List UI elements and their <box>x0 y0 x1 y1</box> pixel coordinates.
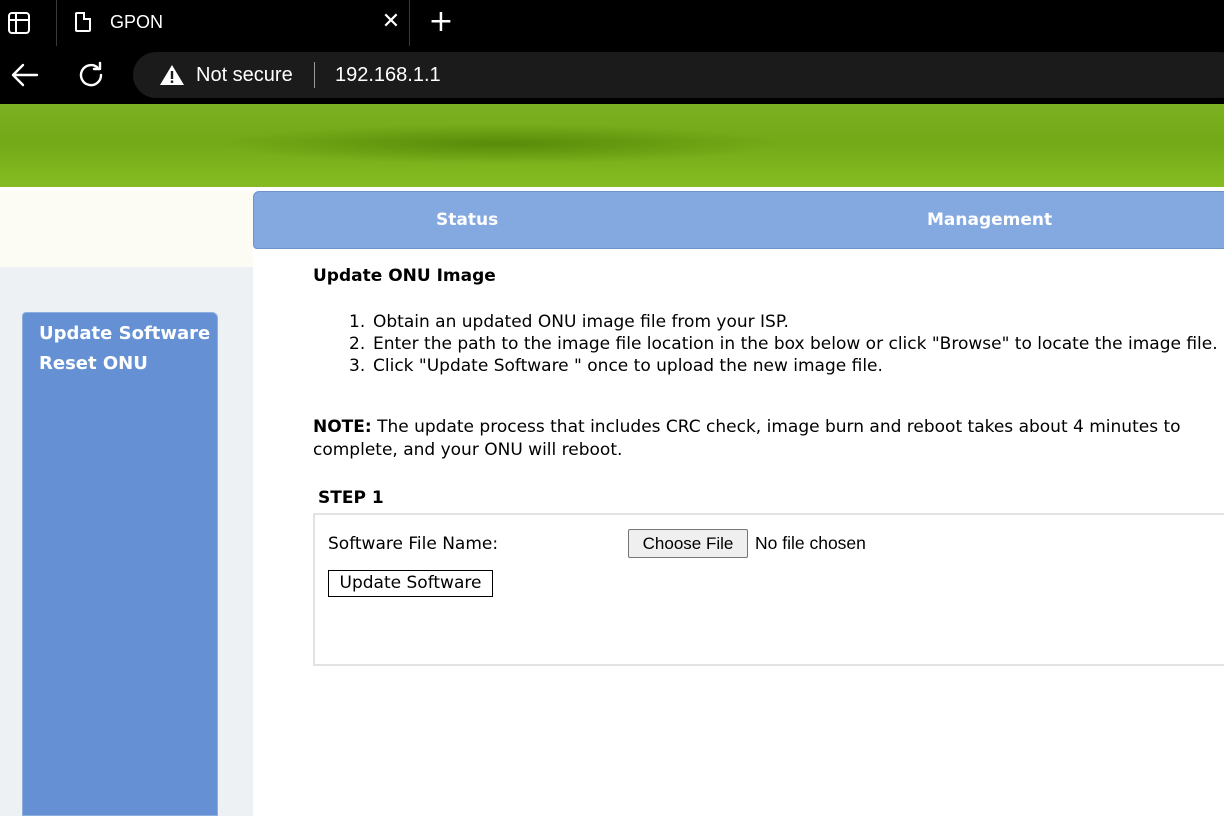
browser-tab-gpon[interactable]: GPON ✕ <box>56 0 410 46</box>
sidebar: Update Software Reset ONU <box>22 312 218 816</box>
instruction-list: 1. Obtain an updated ONU image file from… <box>349 311 1219 377</box>
step-number: 1. <box>349 312 366 332</box>
sidebar-item-update-software[interactable]: Update Software <box>39 323 210 344</box>
update-software-button[interactable]: Update Software <box>328 570 493 597</box>
security-status[interactable]: Not secure <box>196 64 293 87</box>
close-tab-icon[interactable]: ✕ <box>379 10 403 34</box>
browser-toolbar: Not secure 192.168.1.1 <box>0 46 1224 104</box>
header-banner <box>0 104 1224 187</box>
logo-area <box>0 191 253 267</box>
step-text: Enter the path to the image file locatio… <box>373 334 1218 354</box>
address-bar[interactable]: Not secure 192.168.1.1 <box>133 52 1224 98</box>
browser-tab-strip: GPON ✕ + <box>0 0 1224 46</box>
menu-item-management[interactable]: Management <box>927 210 1052 230</box>
url-text[interactable]: 192.168.1.1 <box>335 64 441 87</box>
tab-title: GPON <box>110 12 164 32</box>
menu-item-status[interactable]: Status <box>436 210 498 230</box>
upload-form: Software File Name: Choose File No file … <box>313 513 1224 666</box>
back-arrow-icon[interactable] <box>10 62 40 88</box>
file-status-text: No file chosen <box>755 533 866 553</box>
note-text: The update process that includes CRC che… <box>313 417 1181 460</box>
new-tab-icon[interactable]: + <box>428 7 454 37</box>
warning-icon[interactable] <box>159 64 185 86</box>
note-label: NOTE: <box>313 417 372 437</box>
address-separator <box>314 62 315 88</box>
step-number: 3. <box>349 356 366 376</box>
step-text: Obtain an updated ONU image file from yo… <box>373 312 789 332</box>
sidebar-item-reset-onu[interactable]: Reset ONU <box>39 353 148 374</box>
step-text: Click "Update Software " once to upload … <box>373 356 883 376</box>
tab-actions-icon[interactable] <box>8 12 30 34</box>
software-file-label: Software File Name: <box>328 534 499 554</box>
list-item: 1. Obtain an updated ONU image file from… <box>349 311 1219 333</box>
page-icon <box>75 12 91 32</box>
step-heading: STEP 1 <box>318 488 384 508</box>
choose-file-button[interactable]: Choose File <box>628 529 748 558</box>
step-number: 2. <box>349 334 366 354</box>
update-note: NOTE: The update process that includes C… <box>313 416 1224 462</box>
list-item: 3. Click "Update Software " once to uplo… <box>349 355 1219 377</box>
page-title: Update ONU Image <box>313 266 496 286</box>
list-item: 2. Enter the path to the image file loca… <box>349 333 1219 355</box>
main-menu: Status Management <box>253 191 1224 249</box>
reload-icon[interactable] <box>76 60 106 90</box>
